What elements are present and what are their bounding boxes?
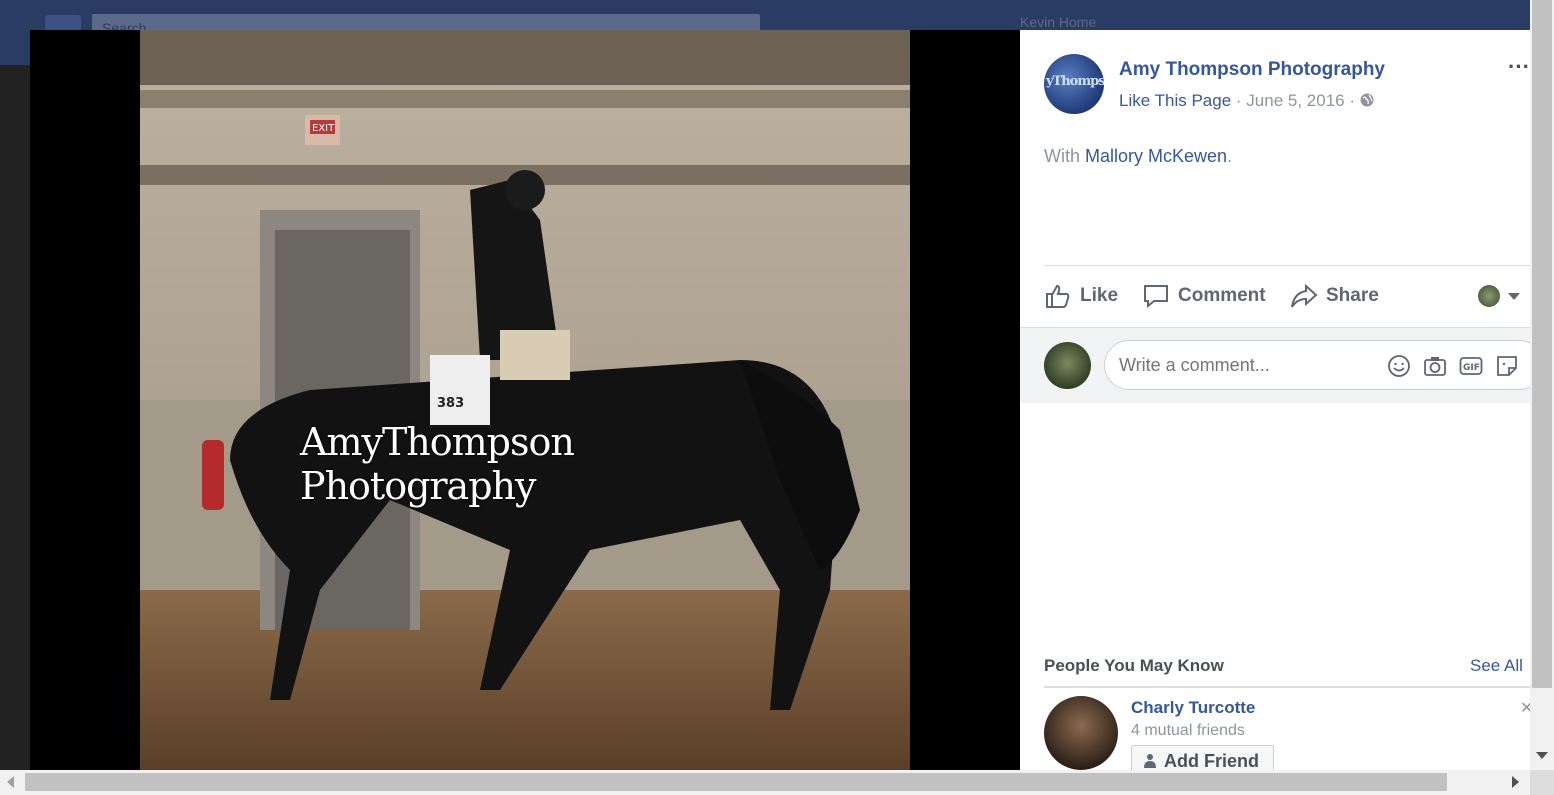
mutual-friends-count[interactable]: 4 mutual friends (1131, 722, 1245, 740)
comment-box[interactable]: GIF (1104, 340, 1530, 390)
comment-button[interactable]: Comment (1142, 278, 1266, 314)
with-prefix: With (1044, 146, 1080, 166)
gif-icon[interactable]: GIF (1459, 354, 1483, 378)
photo-viewer: EXIT 383 AmyThompson Photography (30, 30, 1020, 770)
horizontal-scrollbar[interactable] (0, 770, 1530, 795)
comment-label: Comment (1178, 285, 1266, 306)
close-icon[interactable]: ✕ (1520, 698, 1530, 718)
page-name-link[interactable]: Amy Thompson Photography (1119, 59, 1385, 81)
share-label: Share (1326, 285, 1379, 306)
post-photo[interactable]: EXIT 383 AmyThompson Photography (140, 30, 910, 770)
post-meta: Like This Page · June 5, 2016 · (1119, 91, 1374, 111)
chevron-down-icon (1508, 292, 1520, 300)
scrollbar-corner (1530, 770, 1554, 795)
vertical-scroll-thumb[interactable] (1532, 0, 1552, 688)
divider (1044, 265, 1530, 266)
like-page-link[interactable]: Like This Page (1119, 91, 1231, 110)
share-arrow-icon (1291, 283, 1318, 308)
people-you-may-know-title: People You May Know (1044, 656, 1224, 675)
sticker-icon[interactable] (1495, 354, 1519, 378)
horse-rider-photo: EXIT 383 (140, 30, 910, 770)
meta-separator: · (1235, 91, 1242, 110)
like-button[interactable]: Like (1044, 278, 1118, 314)
vertical-scrollbar[interactable] (1530, 0, 1554, 770)
add-friend-button[interactable]: Add Friend (1131, 745, 1274, 770)
comment-input[interactable] (1119, 355, 1369, 376)
camera-icon[interactable] (1423, 354, 1447, 378)
page-avatar[interactable]: yThompson (1044, 54, 1104, 114)
horizontal-scroll-thumb[interactable] (25, 773, 1447, 791)
post-side-panel: yThompson Amy Thompson Photography Like … (1020, 30, 1530, 770)
period: . (1227, 146, 1233, 166)
friend-name-link[interactable]: Charly Turcotte (1131, 698, 1255, 718)
post-date[interactable]: June 5, 2016 (1246, 91, 1344, 110)
current-user-avatar (1478, 285, 1500, 307)
post-text: With Mallory McKewen. (1044, 146, 1232, 167)
comment-bubble-icon (1144, 285, 1168, 309)
emoji-icon[interactable] (1387, 354, 1411, 378)
svg-text:GIF: GIF (1463, 363, 1480, 373)
more-options-icon[interactable]: ··· (1508, 54, 1530, 80)
comment-composer: GIF (1020, 327, 1530, 403)
exit-sign-text: EXIT (312, 123, 335, 134)
thumbs-up-icon (1046, 284, 1070, 308)
scroll-right-arrow-icon[interactable] (1512, 776, 1519, 788)
tagged-person-link[interactable]: Mallory McKewen (1085, 146, 1227, 166)
add-friend-icon (1144, 754, 1156, 768)
meta-separator: · (1349, 91, 1356, 110)
scroll-down-arrow-icon[interactable] (1536, 752, 1548, 759)
divider (1044, 686, 1530, 688)
like-label: Like (1080, 285, 1119, 306)
post-as-selector[interactable] (1478, 278, 1520, 314)
friend-avatar[interactable] (1044, 696, 1118, 770)
post-actions: Like Comment Share (1044, 278, 1530, 314)
see-all-link[interactable]: See All (1470, 656, 1523, 676)
commenter-avatar (1044, 342, 1091, 389)
photo-watermark: AmyThompson Photography (300, 420, 575, 508)
saddle-number: 383 (437, 396, 464, 411)
globe-icon[interactable] (1360, 91, 1374, 110)
add-friend-label: Add Friend (1164, 750, 1259, 771)
scroll-left-arrow-icon[interactable] (7, 776, 14, 788)
page-avatar-text: yThompson (1046, 74, 1104, 89)
share-button[interactable]: Share (1290, 278, 1379, 314)
